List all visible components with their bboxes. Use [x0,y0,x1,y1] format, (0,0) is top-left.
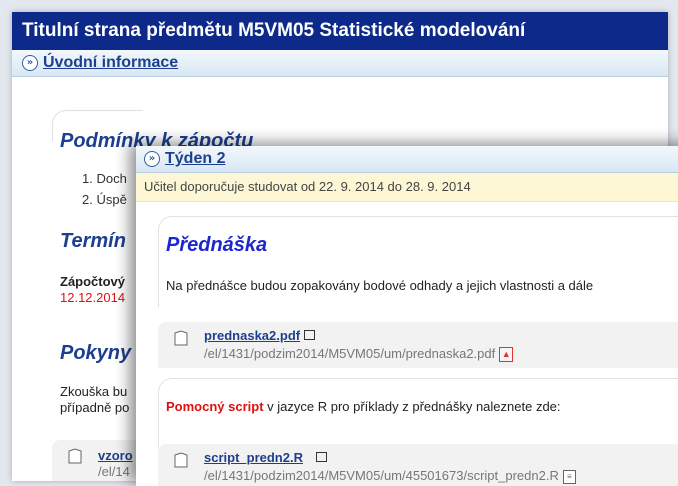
file-path-pdf: /el/1431/podzim2014/M5VM05/um/prednaska2… [204,346,514,363]
file-link[interactable]: vzoro [98,448,133,463]
week-2-panel: » Týden 2 Učitel doporučuje studovat od … [136,146,678,486]
file-link-r[interactable]: script_predn2.R [204,450,303,465]
heading-terms: Termín [60,230,126,252]
section-link-week2[interactable]: Týden 2 [165,150,225,168]
document-icon [174,452,188,468]
file-path: /el/14 [98,464,130,479]
lecture-box [158,216,678,307]
document-icon [68,448,82,464]
zapoctovy-label: Zápočtový [60,274,126,289]
lecture-text: Na přednášce budou zopakovány bodové odh… [166,278,594,293]
section-header-week2: » Týden 2 [136,146,678,173]
conditions-list: 1. Doch 2. Úspě [82,168,127,210]
file-row-r: script_predn2.R /el/1431/podzim2014/M5VM… [158,444,678,486]
document-icon [174,330,188,346]
expand-chevron-icon[interactable]: » [22,55,38,71]
page-title: Titulní strana předmětu M5VM05 Statistic… [12,12,668,50]
pdf-icon: ▲ [499,347,514,363]
text-file-icon: ≡ [562,469,576,484]
section-link-intro[interactable]: Úvodní informace [43,54,178,72]
zapoctovy-date: 12.12.2014 [60,290,126,305]
instructions-text-2: případně po [60,400,130,415]
study-recommendation: Učitel doporučuje studovat od 22. 9. 201… [136,173,678,202]
external-link-icon[interactable] [316,452,327,462]
lecture-heading: Přednáška [166,234,268,256]
file-link-pdf[interactable]: prednaska2.pdf [204,328,300,343]
section-header-intro: » Úvodní informace [12,50,668,77]
file-row-pdf: prednaska2.pdf /el/1431/podzim2014/M5VM0… [158,322,678,368]
script-description: v jazyce R pro příklady z přednášky nale… [263,399,561,414]
heading-instructions: Pokyny [60,342,132,364]
list-item: 2. Úspě [82,192,127,207]
external-link-icon[interactable] [304,330,315,340]
instructions-text-1: Zkouška bu [60,384,128,399]
file-path-r: /el/1431/podzim2014/M5VM05/um/45501673/s… [204,468,576,484]
expand-chevron-icon[interactable]: » [144,151,160,167]
script-label: Pomocný script [166,399,264,414]
list-item: 1. Doch [82,171,127,186]
script-text: Pomocný script v jazyce R pro příklady z… [166,399,561,414]
